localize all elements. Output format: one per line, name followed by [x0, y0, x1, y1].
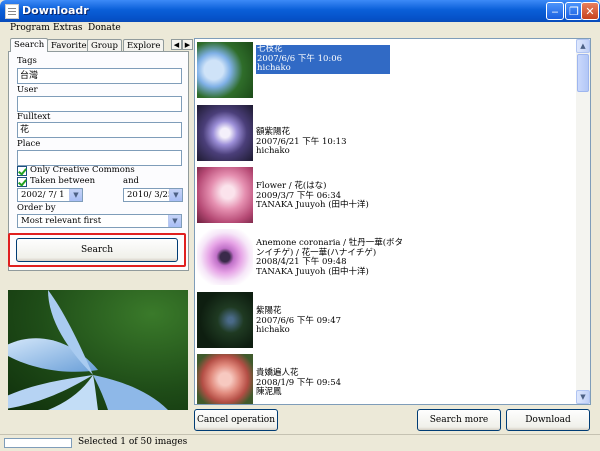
chevron-down-icon[interactable]: ▼: [169, 189, 182, 201]
tab-explore[interactable]: Explore: [123, 39, 165, 51]
order-by-select[interactable]: Most relevant first ▼: [17, 214, 182, 228]
search-button[interactable]: Search: [16, 238, 178, 262]
cancel-operation-button[interactable]: Cancel operation: [194, 409, 278, 431]
download-selected-button[interactable]: Download selected: [506, 409, 590, 445]
taken-between-label: Taken between: [30, 176, 96, 186]
blue-flower-thumb-icon: [197, 42, 253, 98]
place-label: Place: [17, 139, 41, 149]
result-author: TANAKA Juuyoh (田中十洋): [256, 266, 369, 277]
tab-right-arrow-icon[interactable]: ▶: [182, 39, 193, 50]
blue-flower-preview-icon: [8, 290, 168, 410]
result-info: 貴嬌遍人花 2008/1/9 下午 09:54 陳泥鳳: [256, 368, 416, 398]
minimize-icon: ‒: [551, 5, 559, 18]
scrollbar-thumb[interactable]: [577, 54, 589, 92]
chevron-down-icon[interactable]: ▼: [168, 215, 181, 227]
menu-program[interactable]: Program: [10, 23, 50, 33]
title-bar: Downloadr ‒ ❐ ✕: [0, 0, 600, 22]
user-label: User: [17, 85, 38, 95]
menu-bar: Program Extras Donate: [0, 22, 600, 36]
search-button-highlight: Search: [8, 233, 186, 267]
fulltext-input[interactable]: 花: [17, 122, 182, 138]
result-author: hichako: [257, 63, 291, 73]
dark-flower-thumb-icon: [197, 292, 253, 348]
rose-thumb-icon: [197, 354, 253, 404]
results-list: 七枝花 2007/6/6 下午 10:06 hichako 額紫陽花 2007/…: [194, 38, 591, 405]
list-item[interactable]: Anemone coronaria / 牡丹一華(ボタ ンイチゲ) / 花一華(…: [197, 229, 577, 287]
window-title: Downloadr: [22, 4, 89, 17]
chevron-down-icon[interactable]: ▼: [69, 189, 82, 201]
and-label: and: [123, 176, 139, 186]
menu-extras[interactable]: Extras: [53, 23, 83, 33]
pink-flower-thumb-icon: [197, 167, 253, 223]
minimize-button[interactable]: ‒: [546, 2, 564, 20]
creative-commons-label: Only Creative Commons: [30, 165, 135, 175]
preview-image: [8, 290, 188, 410]
fulltext-label: Fulltext: [17, 112, 51, 122]
result-info: 額紫陽花 2007/6/21 下午 10:13 hichako: [256, 127, 416, 157]
creative-commons-checkbox[interactable]: [17, 166, 27, 176]
app-window: Downloadr ‒ ❐ ✕ Program Extras Donate Se…: [0, 0, 600, 451]
scroll-down-icon[interactable]: ▼: [576, 390, 590, 404]
list-item[interactable]: Flower / 花(はな) 2009/3/7 下午 06:34 TANAKA …: [197, 167, 577, 225]
date-to-value: 2010/ 3/25: [127, 190, 174, 200]
tab-left-arrow-icon[interactable]: ◀: [171, 39, 182, 50]
tab-scroll: ◀ ▶: [171, 39, 195, 50]
tab-search[interactable]: Search: [10, 38, 49, 52]
list-item[interactable]: 貴嬌遍人花 2008/1/9 下午 09:54 陳泥鳳: [197, 354, 577, 404]
results-scrollbar[interactable]: ▲ ▼: [576, 39, 590, 404]
date-from-value: 2002/ 7/ 1: [21, 190, 65, 200]
result-author: hichako: [256, 325, 290, 335]
scroll-up-icon[interactable]: ▲: [576, 39, 590, 53]
close-icon: ✕: [585, 5, 595, 18]
search-more-button[interactable]: Search more: [417, 409, 501, 431]
status-text: Selected 1 of 50 images: [78, 437, 188, 447]
date-from-picker[interactable]: 2002/ 7/ 1 ▼: [17, 188, 83, 202]
result-author: 陳泥鳳: [256, 387, 282, 397]
result-info: 紫陽花 2007/6/6 下午 09:47 hichako: [256, 306, 416, 336]
user-input[interactable]: [17, 96, 182, 112]
status-bar: Selected 1 of 50 images: [0, 434, 600, 451]
maximize-icon: ❐: [569, 5, 579, 18]
search-tabs: Search Favorites Group Explore ◀ ▶: [8, 38, 193, 52]
close-button[interactable]: ✕: [581, 2, 599, 20]
result-author: TANAKA Juuyoh (田中十洋): [256, 200, 369, 210]
list-item[interactable]: 七枝花 2007/6/6 下午 10:06 hichako: [197, 42, 577, 100]
anemone-thumb-icon: [197, 229, 253, 285]
tab-group[interactable]: Group: [87, 39, 122, 51]
order-by-label: Order by: [17, 203, 56, 213]
menu-donate[interactable]: Donate: [88, 23, 121, 33]
result-info: 七枝花 2007/6/6 下午 10:06 hichako: [256, 44, 390, 74]
result-info: Anemone coronaria / 牡丹一華(ボタ ンイチゲ) / 花一華(…: [256, 238, 416, 277]
result-author: hichako: [256, 146, 290, 156]
tags-input[interactable]: 台灣: [17, 68, 182, 84]
app-icon: [5, 4, 19, 19]
date-to-picker[interactable]: 2010/ 3/25 ▼: [123, 188, 183, 202]
tags-label: Tags: [17, 56, 37, 66]
list-item[interactable]: 額紫陽花 2007/6/21 下午 10:13 hichako: [197, 105, 577, 163]
result-info: Flower / 花(はな) 2009/3/7 下午 06:34 TANAKA …: [256, 181, 416, 211]
progress-bar: [4, 438, 72, 448]
taken-between-checkbox[interactable]: [17, 177, 27, 187]
purple-flower-thumb-icon: [197, 105, 253, 161]
order-by-value: Most relevant first: [21, 216, 102, 226]
place-input[interactable]: [17, 150, 182, 166]
list-item[interactable]: 紫陽花 2007/6/6 下午 09:47 hichako: [197, 292, 577, 350]
